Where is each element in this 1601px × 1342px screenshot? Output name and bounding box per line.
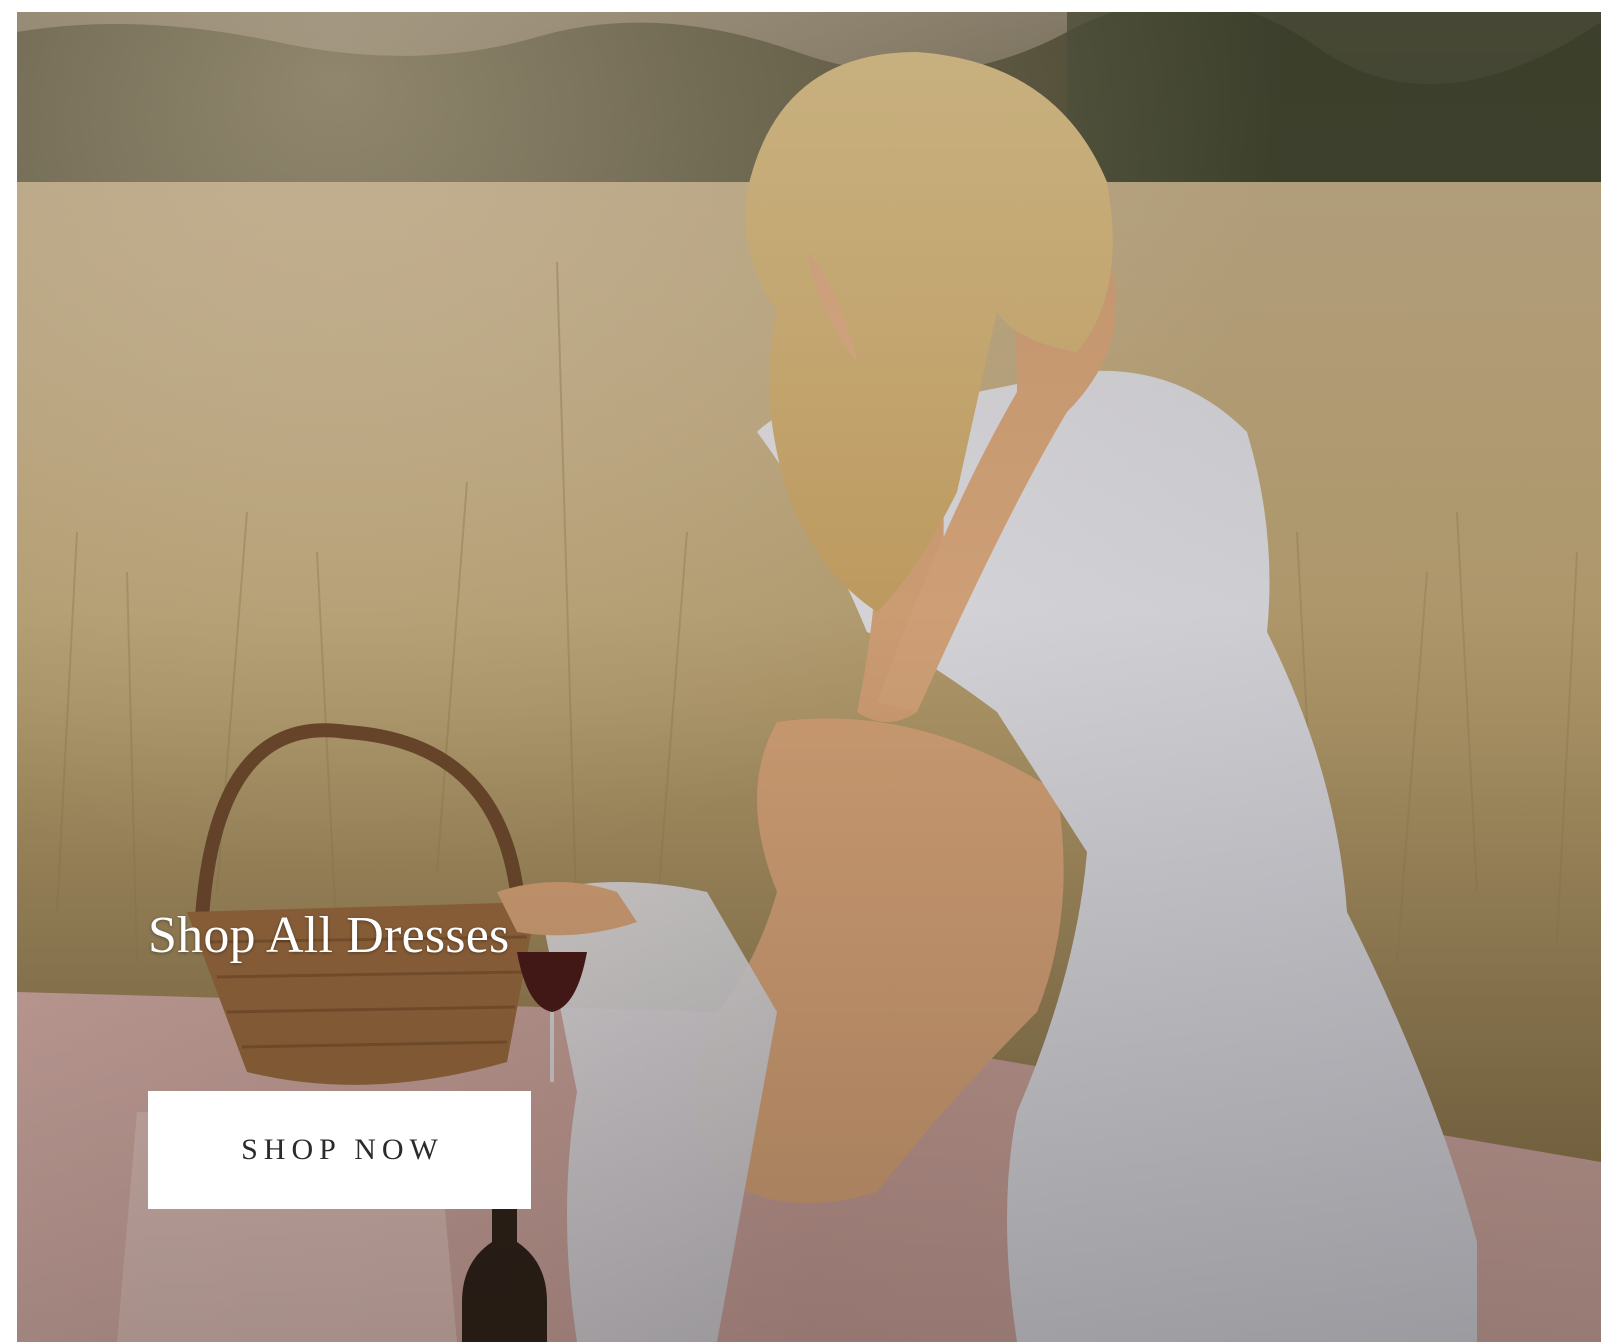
hero-heading: Shop All Dresses <box>148 907 510 964</box>
hero-banner: Shop All Dresses SHOP NOW <box>17 12 1601 1342</box>
shop-now-button[interactable]: SHOP NOW <box>148 1091 531 1209</box>
